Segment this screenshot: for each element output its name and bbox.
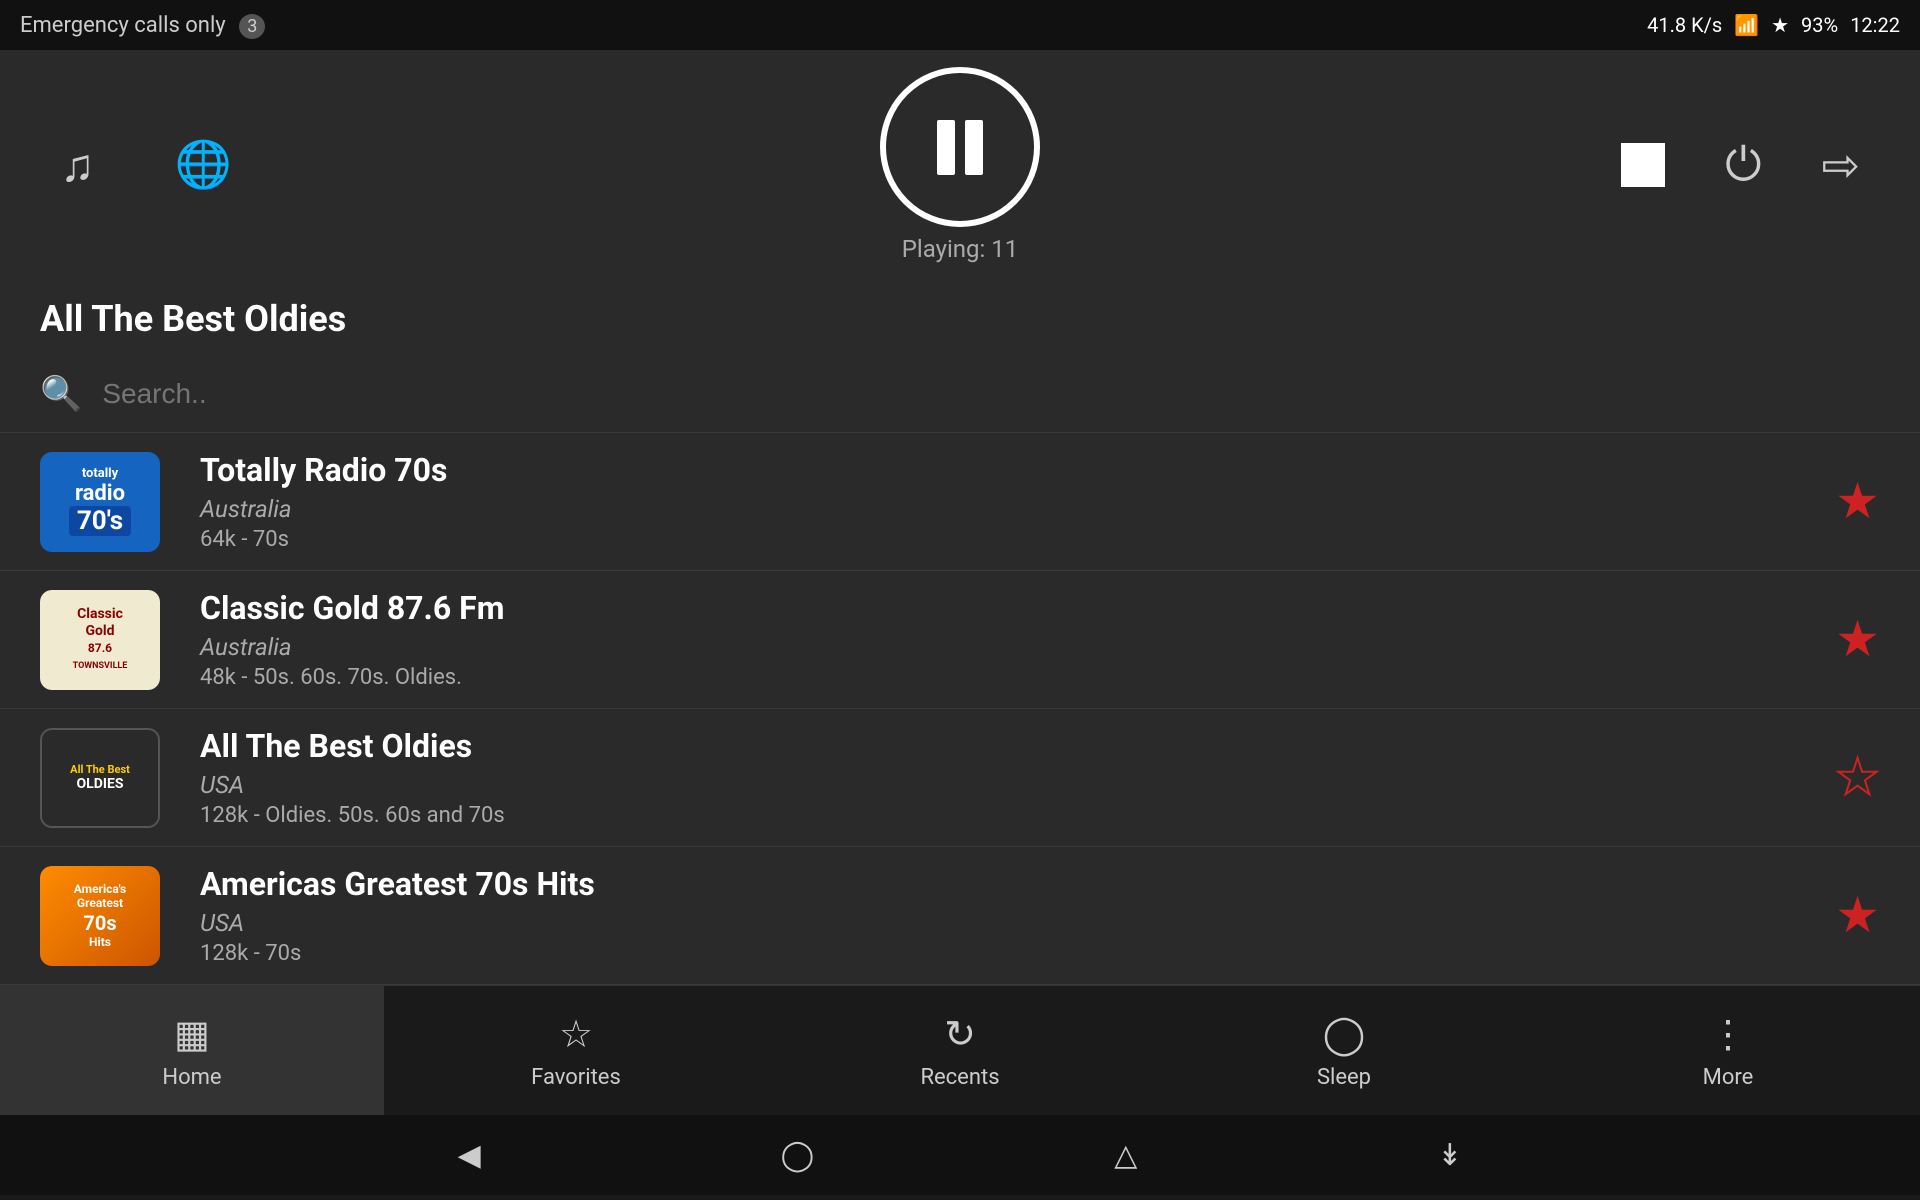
stop-button[interactable]: [1621, 143, 1665, 187]
system-nav: ◀ ◯ △ ↡: [0, 1115, 1920, 1195]
station-name: Classic Gold 87.6 Fm: [200, 589, 1835, 627]
pause-button[interactable]: [880, 67, 1040, 227]
station-name: Americas Greatest 70s Hits: [200, 865, 1835, 903]
station-logo-oldies: All The BestOLDIES: [40, 728, 160, 828]
station-meta: 128k - 70s: [200, 941, 1835, 966]
nav-favorites[interactable]: ☆ Favorites: [384, 986, 768, 1115]
pause-bar-right: [965, 120, 983, 175]
home-button[interactable]: ◯: [781, 1138, 815, 1173]
nav-sleep-label: Sleep: [1317, 1065, 1371, 1090]
favorite-button[interactable]: ★: [1835, 610, 1880, 669]
station-name: All The Best Oldies: [200, 727, 1835, 765]
logo-text: radio: [75, 481, 125, 506]
station-logo-classic: ClassicGold87.6TOWNSVILLE: [40, 590, 160, 690]
station-meta: 128k - Oldies. 50s. 60s and 70s: [200, 803, 1835, 828]
nav-recents-label: Recents: [920, 1065, 999, 1090]
more-icon: ⋮: [1709, 1012, 1747, 1057]
sleep-icon: ◯: [1323, 1012, 1366, 1057]
back-button[interactable]: ◀: [458, 1138, 481, 1173]
station-info: Americas Greatest 70s Hits USA 128k - 70…: [200, 865, 1835, 966]
playing-label: Playing: 11: [902, 235, 1019, 263]
logo-text: ClassicGold87.6TOWNSVILLE: [73, 606, 128, 673]
station-country: USA: [200, 909, 1835, 937]
clock: 12:22: [1850, 13, 1900, 37]
favorites-icon: ☆: [559, 1012, 593, 1057]
station-item[interactable]: ClassicGold87.6TOWNSVILLE Classic Gold 8…: [0, 571, 1920, 709]
player-left-icons: ♫ 🌐: [60, 138, 232, 193]
share-icon[interactable]: ⇨: [1821, 138, 1860, 193]
station-item[interactable]: America'sGreatest70sHits Americas Greate…: [0, 847, 1920, 985]
data-speed: 41.8 K/s: [1647, 13, 1722, 37]
station-meta: 64k - 70s: [200, 527, 1835, 552]
station-info: Classic Gold 87.6 Fm Australia 48k - 50s…: [200, 589, 1835, 690]
status-bar-right: 41.8 K/s 📶 ★ 93% 12:22: [1647, 13, 1900, 37]
bottom-nav: ▦ Home ☆ Favorites ↻ Recents ◯ Sleep ⋮ M…: [0, 985, 1920, 1115]
status-bar: Emergency calls only 3 41.8 K/s 📶 ★ 93% …: [0, 0, 1920, 50]
nav-recents[interactable]: ↻ Recents: [768, 986, 1152, 1115]
nav-home[interactable]: ▦ Home: [0, 986, 384, 1115]
station-meta: 48k - 50s. 60s. 70s. Oldies.: [200, 665, 1835, 690]
favorite-button[interactable]: ★: [1835, 472, 1880, 531]
logo-text: America'sGreatest70sHits: [74, 882, 126, 949]
station-country: Australia: [200, 633, 1835, 661]
station-country: Australia: [200, 495, 1835, 523]
recents-icon: ↻: [944, 1012, 976, 1057]
search-bar: 🔍: [0, 356, 1920, 433]
search-input[interactable]: [102, 378, 1880, 410]
emergency-text: Emergency calls only: [20, 13, 226, 38]
recents-button[interactable]: △: [1114, 1138, 1137, 1173]
player-controls: ♫ 🌐 Playing: 11 ⏻ ⇨: [0, 67, 1920, 263]
power-icon[interactable]: ⏻: [1725, 138, 1761, 193]
station-name: Totally Radio 70s: [200, 451, 1835, 489]
search-icon: 🔍: [40, 374, 82, 414]
download-icon[interactable]: ↡: [1437, 1138, 1462, 1173]
nav-more[interactable]: ⋮ More: [1536, 986, 1920, 1115]
station-country: USA: [200, 771, 1835, 799]
nav-home-label: Home: [162, 1065, 221, 1090]
player-area: ♫ 🌐 Playing: 11 ⏻ ⇨: [0, 50, 1920, 280]
station-info: All The Best Oldies USA 128k - Oldies. 5…: [200, 727, 1835, 828]
logo-text: totally: [82, 467, 118, 481]
battery-text: 93%: [1801, 13, 1838, 37]
favorite-button[interactable]: ★: [1835, 886, 1880, 945]
music-icon[interactable]: ♫: [60, 138, 95, 193]
station-list: totally radio 70's Totally Radio 70s Aus…: [0, 433, 1920, 985]
home-icon: ▦: [174, 1012, 210, 1057]
favorite-button[interactable]: ★: [1835, 748, 1880, 807]
player-right-icons: ⏻ ⇨: [1621, 138, 1860, 193]
nav-more-label: More: [1703, 1065, 1754, 1090]
wifi-icon: ★: [1771, 13, 1789, 37]
station-info: Totally Radio 70s Australia 64k - 70s: [200, 451, 1835, 552]
station-logo-totally: totally radio 70's: [40, 452, 160, 552]
pause-inner: [937, 120, 983, 175]
nav-sleep[interactable]: ◯ Sleep: [1152, 986, 1536, 1115]
bluetooth-icon: 📶: [1734, 13, 1759, 37]
station-logo-americas: America'sGreatest70sHits: [40, 866, 160, 966]
pause-bar-left: [937, 120, 955, 175]
notification-badge: 3: [239, 14, 265, 39]
logo-text: All The BestOLDIES: [70, 763, 130, 793]
logo-text: 70's: [69, 506, 131, 536]
station-item[interactable]: All The BestOLDIES All The Best Oldies U…: [0, 709, 1920, 847]
current-station-title: All The Best Oldies: [0, 280, 1920, 340]
nav-favorites-label: Favorites: [531, 1065, 621, 1090]
status-bar-left: Emergency calls only 3: [20, 13, 265, 38]
globe-icon[interactable]: 🌐: [175, 138, 232, 192]
station-item[interactable]: totally radio 70's Totally Radio 70s Aus…: [0, 433, 1920, 571]
